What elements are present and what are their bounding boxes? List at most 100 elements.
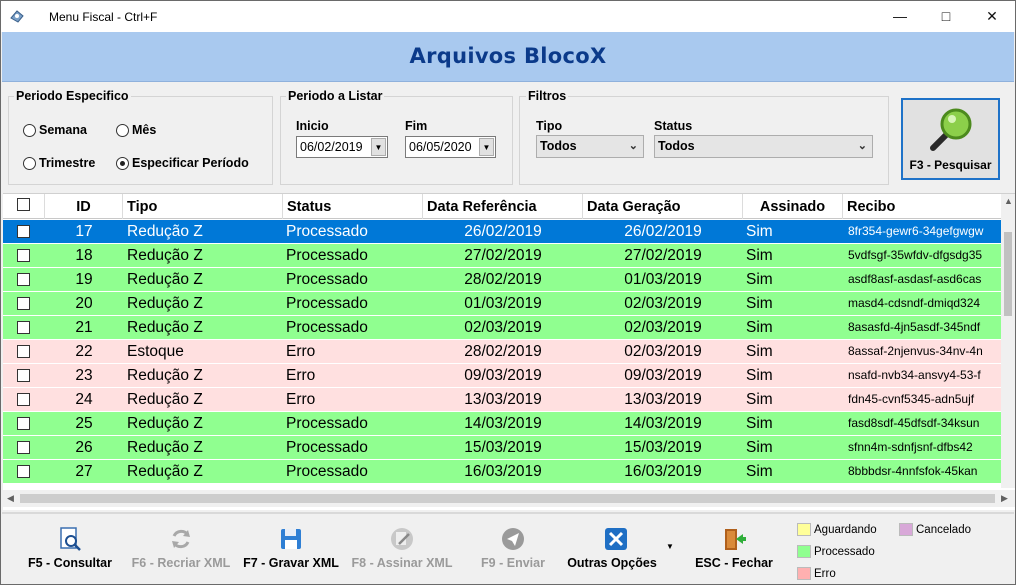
table-row[interactable]: 25 Redução Z Processado 14/03/2019 14/03/201…: [3, 412, 1001, 436]
legend-aguardando: Aguardando: [797, 523, 877, 536]
tools-icon: [605, 528, 627, 550]
horizontal-scrollbar[interactable]: ◀ ▶: [3, 490, 1015, 507]
column-header-id[interactable]: ID: [45, 194, 123, 219]
row-checkbox[interactable]: [17, 417, 30, 430]
cell-assinado: Sim: [746, 415, 773, 432]
row-checkbox[interactable]: [17, 273, 30, 286]
table-row[interactable]: 23 Redução Z Erro 09/03/2019 09/03/2019 Sim ns…: [3, 364, 1001, 388]
dropdown-arrow-icon[interactable]: ▼: [666, 542, 674, 551]
cell-status: Processado: [286, 247, 368, 264]
outras-opcoes-button[interactable]: Outras Opções ▼: [562, 514, 680, 584]
table-row[interactable]: 20 Redução Z Processado 01/03/2019 02/03/201…: [3, 292, 1001, 316]
cell-status: Erro: [286, 391, 316, 408]
cell-status: Erro: [286, 343, 316, 360]
row-checkbox[interactable]: [17, 345, 30, 358]
periodo-especifico-label: Periodo Especifico: [14, 89, 131, 103]
cell-tipo: Redução Z: [127, 367, 203, 384]
row-checkbox[interactable]: [17, 465, 30, 478]
row-checkbox[interactable]: [17, 441, 30, 454]
radio-trimestre[interactable]: Trimestre: [23, 156, 95, 170]
cell-data-referencia: 15/03/2019: [464, 439, 542, 456]
cell-data-referencia: 09/03/2019: [464, 367, 542, 384]
vertical-scrollbar[interactable]: ▲: [1001, 194, 1015, 488]
radio-mes[interactable]: Mês: [116, 123, 156, 137]
row-checkbox[interactable]: [17, 249, 30, 262]
gravar-xml-button[interactable]: F7 - Gravar XML: [240, 514, 342, 584]
table-row[interactable]: 26 Redução Z Processado 15/03/2019 15/03/201…: [3, 436, 1001, 460]
status-select[interactable]: Todos ⌄: [654, 135, 873, 158]
row-checkbox[interactable]: [17, 225, 30, 238]
close-button[interactable]: ✕: [969, 1, 1015, 32]
table-row[interactable]: 21 Redução Z Processado 02/03/2019 02/03/201…: [3, 316, 1001, 340]
column-header-assinado[interactable]: Assinado: [743, 194, 843, 219]
column-header-data-geracao[interactable]: Data Geração: [583, 194, 743, 219]
search-button[interactable]: F3 - Pesquisar: [901, 98, 1000, 180]
row-checkbox[interactable]: [17, 393, 30, 406]
cell-id: 17: [75, 223, 93, 240]
cell-id: 25: [75, 415, 93, 432]
cell-recibo: 8fr354-gewr6-34gefgwgw: [848, 224, 984, 238]
tipo-label: Tipo: [536, 119, 563, 133]
close-icon: ✕: [986, 8, 998, 24]
vertical-scroll-thumb[interactable]: [1004, 232, 1012, 316]
assinar-xml-button[interactable]: F8 - Assinar XML: [346, 514, 458, 584]
cell-recibo: fasd8sdf-45dfsdf-34ksun: [848, 416, 980, 430]
assinar-xml-label: F8 - Assinar XML: [351, 556, 453, 570]
title-bar[interactable]: Menu Fiscal - Ctrl+F — □ ✕: [1, 1, 1015, 32]
cell-status: Processado: [286, 295, 368, 312]
cell-tipo: Redução Z: [127, 439, 203, 456]
tipo-select[interactable]: Todos ⌄: [536, 135, 644, 158]
column-header-tipo[interactable]: Tipo: [123, 194, 283, 219]
row-checkbox[interactable]: [17, 369, 30, 382]
table-row[interactable]: 22 Estoque Erro 28/02/2019 02/03/2019 Sim 8ass…: [3, 340, 1001, 364]
table-row[interactable]: 19 Redução Z Processado 28/02/2019 01/03/201…: [3, 268, 1001, 292]
floppy-disk-icon: [281, 529, 301, 549]
recycle-icon: [172, 529, 190, 549]
table-row[interactable]: 24 Redução Z Erro 13/03/2019 13/03/2019 Sim fd…: [3, 388, 1001, 412]
scroll-left-icon[interactable]: ◀: [7, 493, 14, 504]
column-header-data-referencia[interactable]: Data Referência: [423, 194, 583, 219]
cell-recibo: sfnn4m-sdnfjsnf-dfbs42: [848, 440, 973, 454]
header-select-all[interactable]: [3, 194, 45, 219]
horizontal-scroll-thumb[interactable]: [20, 494, 995, 503]
column-header-recibo[interactable]: Recibo: [843, 194, 1001, 219]
scroll-up-icon[interactable]: ▲: [1004, 196, 1013, 206]
calendar-dropdown-icon[interactable]: ▼: [371, 138, 386, 156]
chevron-down-icon: ⌄: [857, 140, 867, 152]
radio-circle: [23, 156, 36, 170]
cell-id: 24: [75, 391, 93, 408]
legend-swatch: [797, 545, 811, 558]
cell-tipo: Redução Z: [127, 295, 203, 312]
recriar-xml-button[interactable]: F6 - Recriar XML: [126, 514, 236, 584]
consultar-button[interactable]: F5 - Consultar: [22, 514, 118, 584]
inicio-date-input[interactable]: 06/02/2019 ▼: [296, 136, 388, 158]
fechar-button[interactable]: ESC - Fechar: [688, 514, 780, 584]
legend-swatch: [899, 523, 913, 536]
data-grid[interactable]: ID Tipo Status Data Referência Data Gera…: [3, 193, 1015, 510]
row-checkbox[interactable]: [17, 297, 30, 310]
scroll-right-icon[interactable]: ▶: [1001, 493, 1008, 504]
calendar-dropdown-icon[interactable]: ▼: [479, 138, 494, 156]
row-checkbox[interactable]: [17, 321, 30, 334]
minimize-button[interactable]: —: [877, 1, 923, 32]
cell-data-geracao: 02/03/2019: [624, 319, 702, 336]
enviar-button[interactable]: F9 - Enviar: [468, 514, 558, 584]
select-all-checkbox[interactable]: [17, 198, 30, 211]
table-row[interactable]: 27 Redução Z Processado 16/03/2019 16/03/201…: [3, 460, 1001, 484]
cell-recibo: 8assaf-2njenvus-34nv-4n: [848, 344, 983, 358]
header-band: Arquivos BlocoX: [2, 32, 1014, 82]
maximize-button[interactable]: □: [923, 1, 969, 32]
radio-especificar-periodo[interactable]: Especificar Período: [116, 156, 249, 170]
radio-semana[interactable]: Semana: [23, 123, 87, 137]
cell-assinado: Sim: [746, 319, 773, 336]
inicio-label: Inicio: [296, 119, 329, 133]
table-row[interactable]: 18 Redução Z Processado 27/02/2019 27/02/201…: [3, 244, 1001, 268]
column-header-status[interactable]: Status: [283, 194, 423, 219]
periodo-especifico-group: [8, 96, 273, 185]
fim-date-input[interactable]: 06/05/2020 ▼: [405, 136, 496, 158]
cell-data-geracao: 13/03/2019: [624, 391, 702, 408]
cell-tipo: Redução Z: [127, 271, 203, 288]
bottom-toolbar: F5 - Consultar F6 - Recriar XML F7 - Gra…: [2, 512, 1014, 584]
table-row[interactable]: 17 Redução Z Processado 26/02/2019 26/02/201…: [3, 220, 1001, 244]
cell-status: Erro: [286, 367, 316, 384]
